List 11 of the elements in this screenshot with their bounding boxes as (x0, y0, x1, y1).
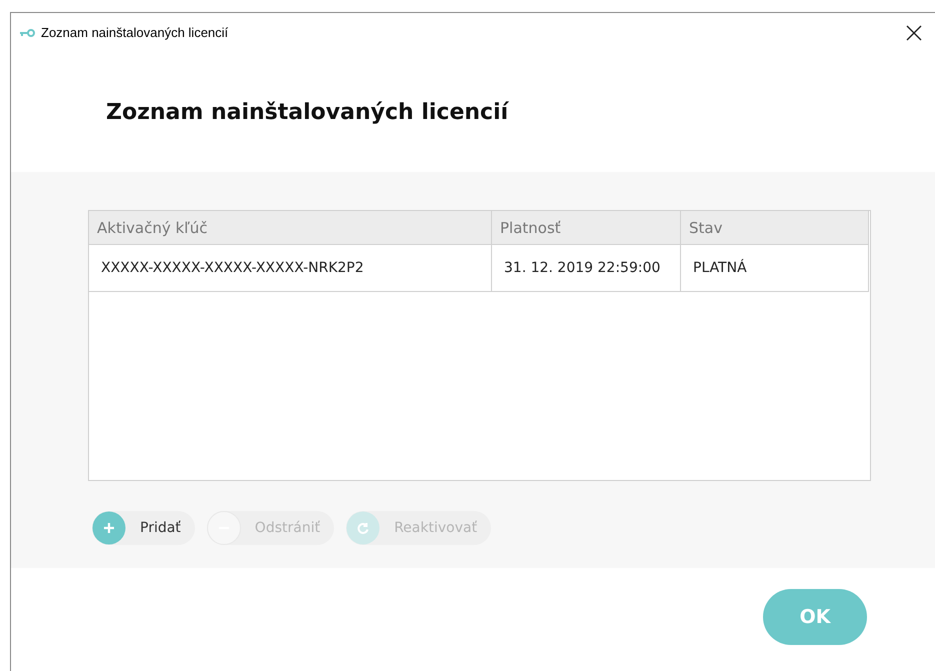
plus-icon (92, 511, 126, 545)
column-header[interactable]: Platnosť (492, 211, 681, 244)
window-title: Zoznam nainštalovaných licencií (41, 25, 230, 40)
key-icon (19, 28, 35, 36)
close-button[interactable] (905, 24, 923, 42)
refresh-icon (346, 511, 380, 545)
column-header[interactable]: Aktivačný kľúč (89, 211, 492, 244)
column-header[interactable]: Stav (681, 211, 869, 244)
ok-button[interactable]: OK (763, 589, 867, 645)
add-button[interactable]: Pridať (92, 511, 195, 545)
dialog-heading: Zoznam nainštalovaných licencií (106, 100, 508, 124)
